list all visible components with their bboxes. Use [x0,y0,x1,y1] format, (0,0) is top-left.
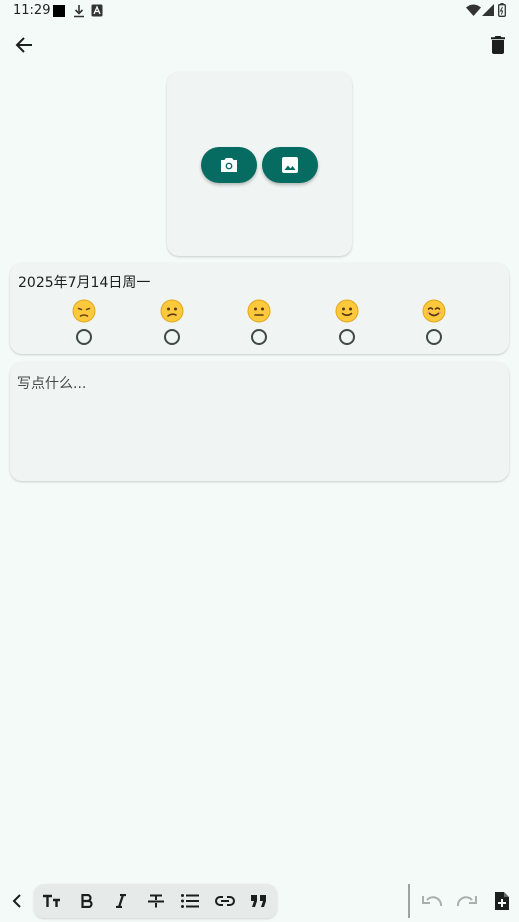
mood-radio-1[interactable] [76,329,92,345]
undo-icon [422,895,442,907]
toolbar-divider [408,884,410,918]
note-card [10,362,509,481]
mood-card: 2025年7月14日周一 [10,263,509,354]
arrow-back-icon [15,36,33,54]
add-note-icon [495,892,509,910]
strikethrough-button[interactable] [140,885,172,917]
link-button[interactable] [209,885,241,917]
mood-option-2[interactable] [152,299,192,345]
signal-icon [482,4,494,16]
back-button[interactable] [4,25,44,65]
italic-button[interactable] [105,885,137,917]
add-note-button[interactable] [486,885,518,917]
undo-button[interactable] [416,885,448,917]
bold-icon [81,894,93,908]
wifi-icon [466,4,481,16]
chevron-left-icon [12,894,22,908]
confused-face-icon [160,299,184,323]
mood-radio-3[interactable] [251,329,267,345]
mood-option-1[interactable] [64,299,104,345]
note-input[interactable] [17,373,497,469]
entry-date: 2025年7月14日周一 [18,275,151,291]
bold-button[interactable] [71,885,103,917]
mood-radio-2[interactable] [164,329,180,345]
text-size-button[interactable] [36,885,68,917]
delete-icon [491,36,505,54]
photo-card [167,72,352,256]
notification-square-icon [53,5,65,17]
text-size-icon [42,894,62,908]
status-time: 11:29 [13,3,51,18]
mood-option-5[interactable] [414,299,454,345]
slight-smile-face-icon [335,299,359,323]
bullet-list-icon [181,894,199,908]
battery-icon [498,3,506,17]
mood-radio-5[interactable] [426,329,442,345]
delete-button[interactable] [478,25,518,65]
link-icon [215,895,235,907]
gallery-button[interactable] [262,147,318,183]
redo-button[interactable] [451,885,483,917]
sad-face-icon [72,299,96,323]
image-icon [282,157,298,173]
mood-option-3[interactable] [239,299,279,345]
download-icon [73,4,85,18]
bullet-list-button[interactable] [174,885,206,917]
mood-option-4[interactable] [327,299,367,345]
redo-icon [457,895,477,907]
status-bar: 11:29 [0,0,519,22]
quote-button[interactable] [243,885,275,917]
neutral-face-icon [247,299,271,323]
italic-icon [115,894,127,908]
quote-icon [251,895,267,907]
happy-face-icon [422,299,446,323]
strikethrough-icon [148,894,164,908]
camera-button[interactable] [201,147,257,183]
font-a-icon [91,4,103,17]
mood-radio-4[interactable] [339,329,355,345]
camera-icon [220,157,238,173]
collapse-toolbar-button[interactable] [1,885,33,917]
